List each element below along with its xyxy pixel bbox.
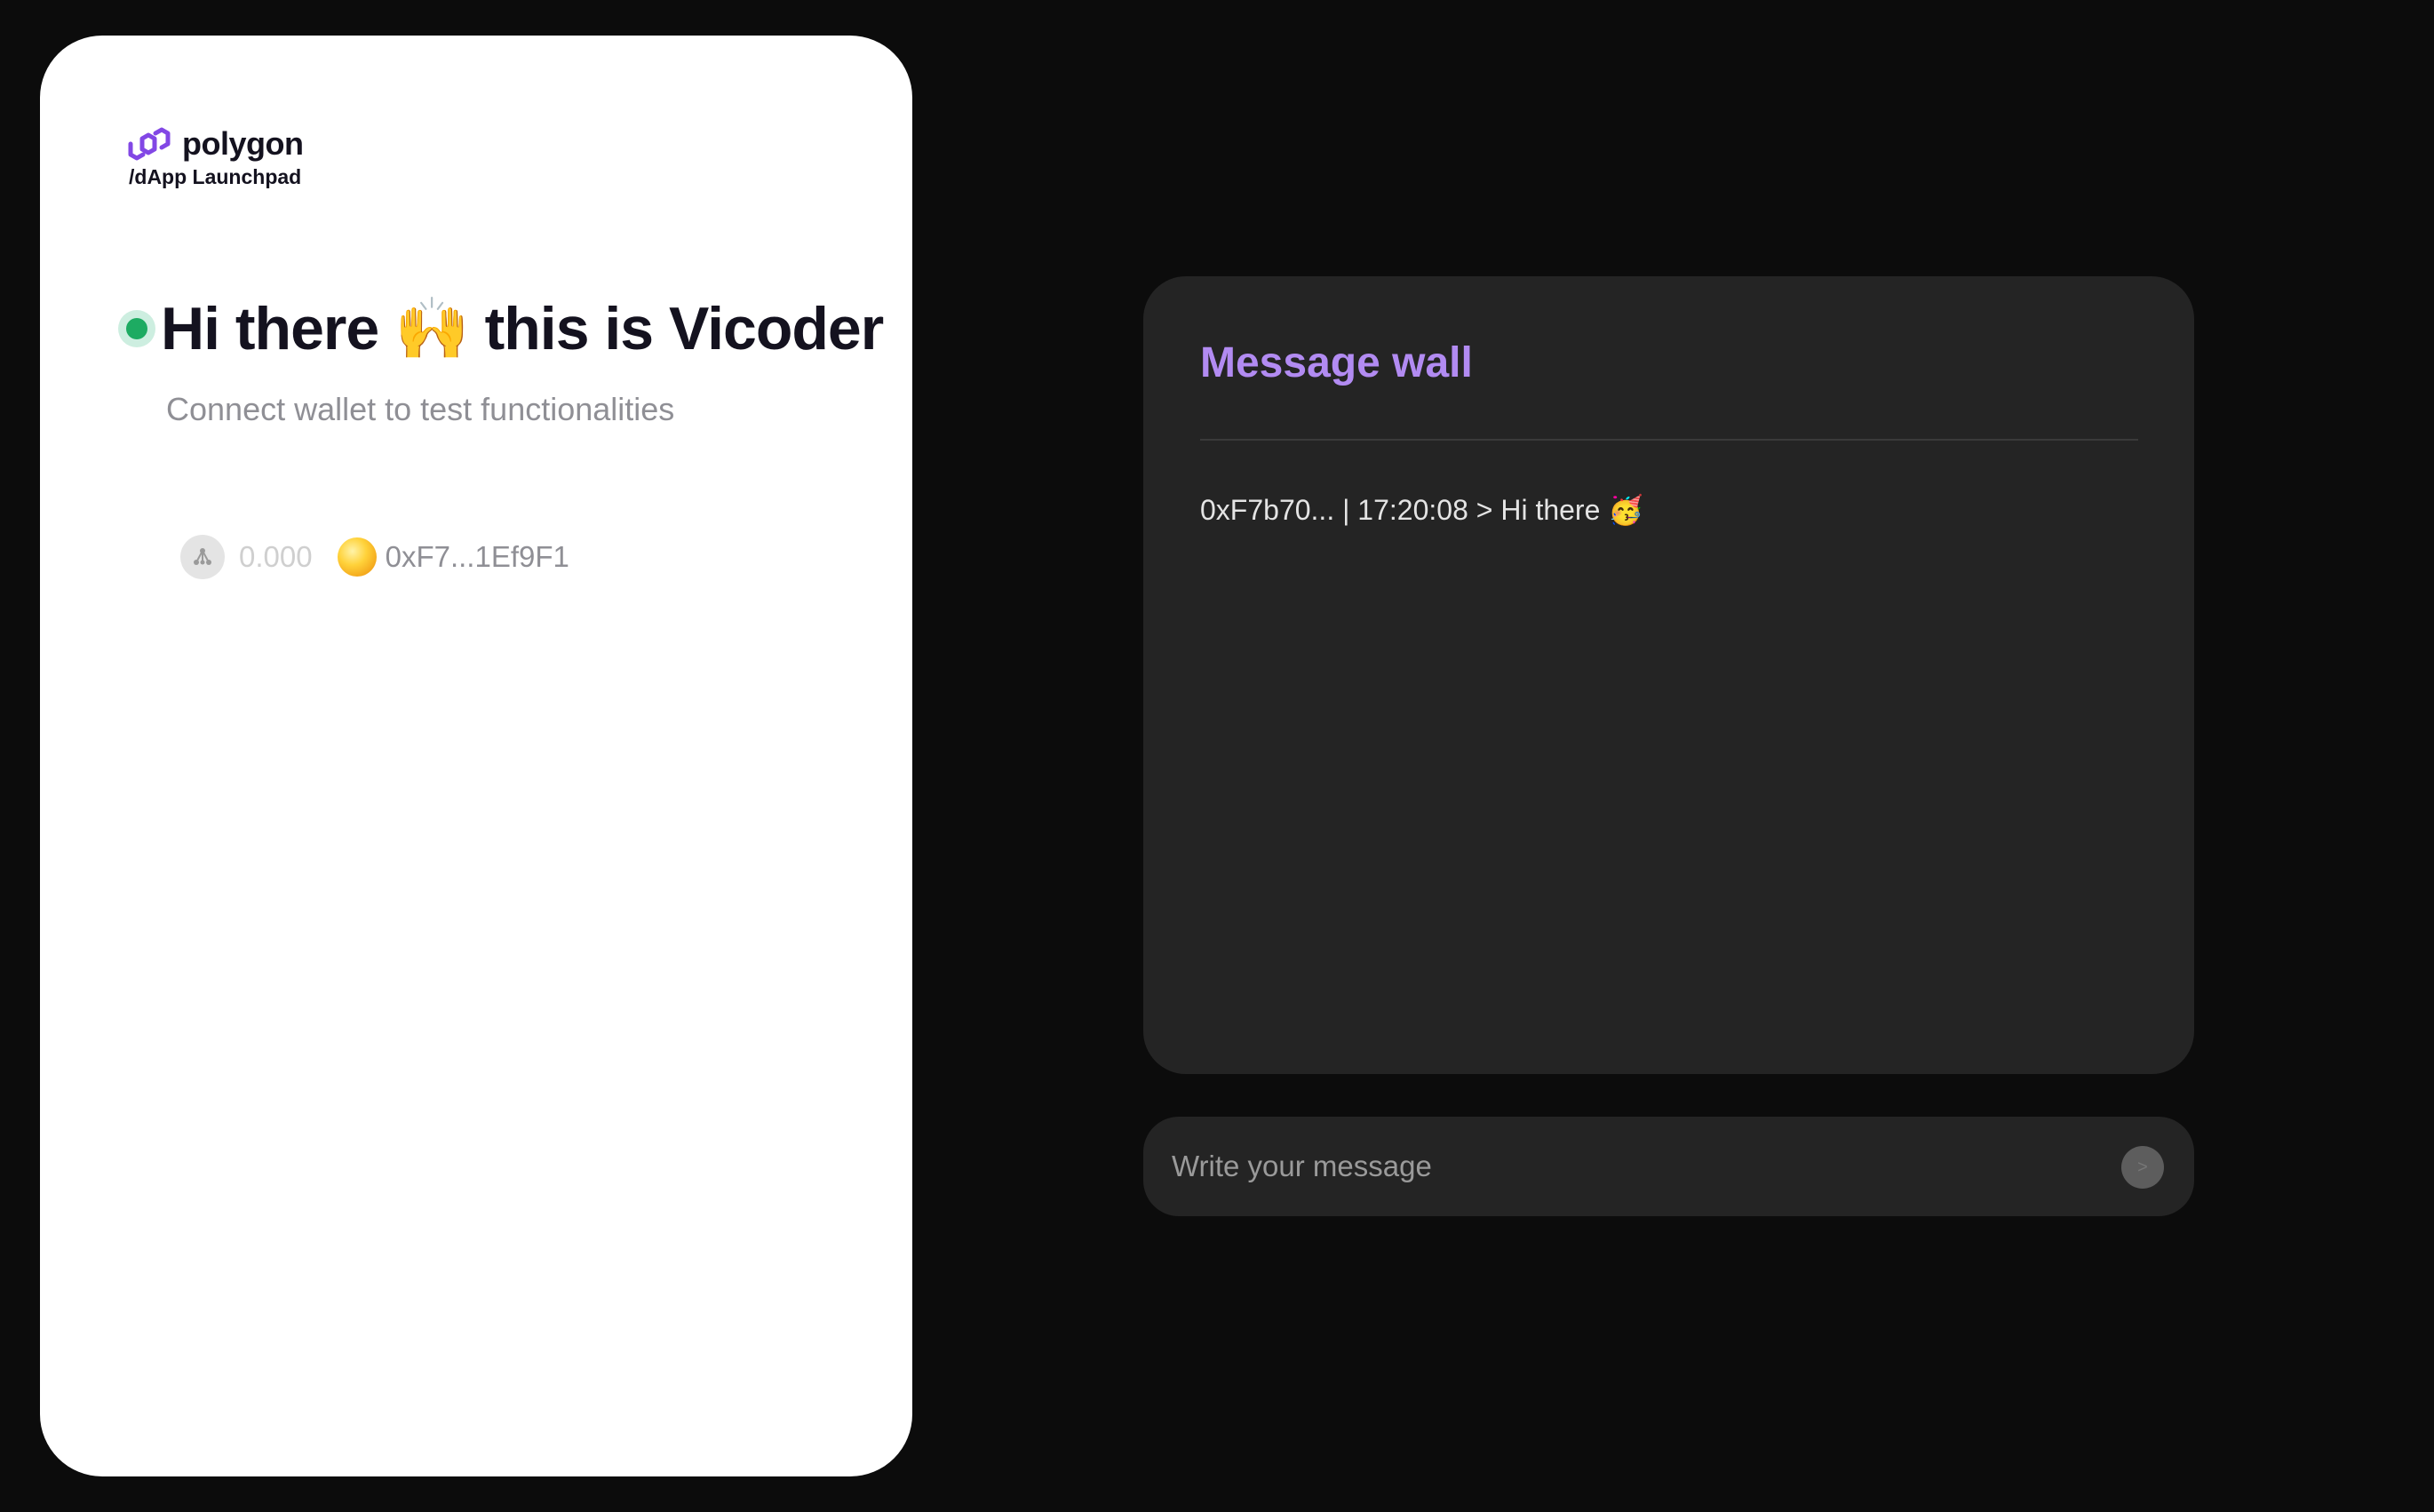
message-item: 0xF7b70... | 17:20:08 > Hi there 🥳 <box>1200 494 1644 526</box>
wallet-avatar <box>337 537 377 577</box>
wallet-address[interactable]: 0xF7...1Ef9F1 <box>386 540 569 574</box>
network-icon[interactable] <box>180 535 225 579</box>
send-button[interactable]: > <box>2121 1146 2164 1189</box>
brand: polygon /dApp Launchpad <box>127 124 304 189</box>
wallet-info: 0.000 0xF7...1Ef9F1 <box>180 535 569 579</box>
page-title: Hi there 🙌 this is Vicoder <box>161 295 884 362</box>
message-wall: Message wall 0xF7b70... | 17:20:08 > Hi … <box>1143 276 2194 1074</box>
greeting-row: Hi there 🙌 this is Vicoder <box>118 293 884 364</box>
wallet-card: polygon /dApp Launchpad Hi there 🙌 this … <box>40 36 912 1476</box>
send-icon: > <box>2137 1157 2148 1177</box>
wallet-balance: 0.000 <box>239 540 313 573</box>
brand-subtitle: /dApp Launchpad <box>129 165 302 188</box>
message-composer: > <box>1143 1117 2194 1216</box>
polygon-logo-icon <box>128 127 171 161</box>
message-wall-title: Message wall <box>1200 339 1473 386</box>
message-input[interactable] <box>1170 1117 2076 1216</box>
divider <box>1200 439 2138 441</box>
page-subtitle: Connect wallet to test functionalities <box>166 391 675 427</box>
status-dot-icon <box>118 310 155 347</box>
brand-name: polygon <box>182 125 304 162</box>
